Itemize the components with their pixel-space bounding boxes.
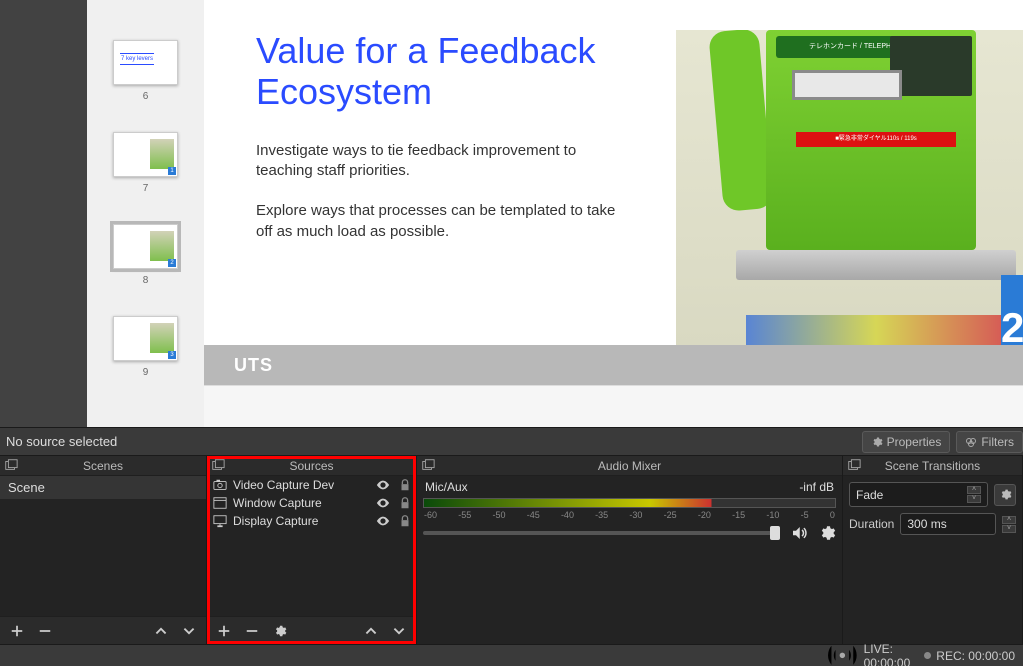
lock-icon[interactable] <box>398 514 412 528</box>
sources-panel: Sources Video Capture Dev Window Capture <box>207 456 417 644</box>
plus-icon <box>10 624 24 638</box>
gear-icon[interactable] <box>818 524 836 542</box>
audio-ticks: -60-55-50-45-40-35-30-25-20-15-10-50 <box>423 510 836 520</box>
minus-icon <box>38 624 52 638</box>
slide-paragraph: Investigate ways to tie feedback improve… <box>256 141 626 182</box>
properties-button[interactable]: Properties <box>862 431 951 453</box>
source-label: Display Capture <box>233 514 370 528</box>
mixer-title: Audio Mixer <box>598 459 661 473</box>
properties-label: Properties <box>887 435 942 449</box>
rec-time: REC: 00:00:00 <box>936 649 1015 663</box>
audio-meter <box>423 498 836 508</box>
thumb-number: 9 <box>143 367 149 378</box>
thumb-title: 7 key levers <box>120 53 154 65</box>
speaker-icon[interactable] <box>790 524 808 542</box>
thumb-number: 7 <box>143 183 149 194</box>
thumb-badge: 3 <box>168 351 176 359</box>
gear-icon <box>273 624 287 638</box>
source-settings-button[interactable] <box>271 622 289 640</box>
app-root: 7 key levers 6 1 7 2 8 3 9 Value for a F… <box>0 0 1023 666</box>
thumb-number: 6 <box>143 91 149 102</box>
minus-icon <box>245 624 259 638</box>
slide-thumbnail-strip[interactable]: 7 key levers 6 1 7 2 8 3 9 <box>87 0 204 427</box>
record-status: REC: 00:00:00 <box>924 649 1015 663</box>
lock-icon[interactable] <box>398 496 412 510</box>
plus-icon <box>217 624 231 638</box>
duration-spinner[interactable]: ˄˅ <box>1002 516 1016 533</box>
thumb-badge: 1 <box>168 167 176 175</box>
add-scene-button[interactable] <box>8 622 26 640</box>
thumb-badge: 2 <box>168 259 176 267</box>
eye-icon[interactable] <box>376 496 390 510</box>
filters-button[interactable]: Filters <box>956 431 1023 453</box>
source-label: Window Capture <box>233 496 370 510</box>
source-toolbar: No source selected Properties Filters <box>0 427 1023 456</box>
preview-gutter <box>0 0 87 427</box>
eye-icon[interactable] <box>376 478 390 492</box>
gear-icon <box>871 436 883 448</box>
slide-thumbnail[interactable]: 3 9 <box>113 316 178 378</box>
slide-number-box: 2 <box>1001 275 1023 345</box>
thumb-number: 8 <box>143 275 149 286</box>
live-time: LIVE: 00:00:00 <box>864 642 911 666</box>
transition-settings-button[interactable] <box>994 484 1016 506</box>
slide-preview: Value for a Feedback Ecosystem Investiga… <box>204 0 1023 427</box>
bottom-panels: Scenes Scene Sources <box>0 456 1023 644</box>
transition-select[interactable]: Fade ˄˅ <box>849 482 988 507</box>
scene-item[interactable]: Scene <box>0 476 206 499</box>
transition-selected: Fade <box>856 488 883 502</box>
move-source-up-button[interactable] <box>362 622 380 640</box>
no-source-label: No source selected <box>6 434 117 449</box>
undock-icon[interactable] <box>847 458 861 472</box>
slide-paragraph: Explore ways that processes can be templ… <box>256 201 626 242</box>
source-item[interactable]: Video Capture Dev <box>207 476 416 494</box>
move-source-down-button[interactable] <box>390 622 408 640</box>
select-spinner[interactable]: ˄˅ <box>967 486 981 503</box>
filters-icon <box>965 436 977 448</box>
transitions-title: Scene Transitions <box>885 459 980 473</box>
sources-title: Sources <box>289 459 333 473</box>
scenes-title: Scenes <box>83 459 123 473</box>
camera-icon <box>213 478 227 492</box>
slide-footer-brand: UTS <box>204 345 1023 385</box>
payphone-warning: ■緊急非常ダイヤル110s / 119s <box>796 132 956 147</box>
source-item[interactable]: Display Capture <box>207 512 416 530</box>
lock-icon[interactable] <box>398 478 412 492</box>
slide-photo: テレホンカード / TELEPHONE CARD ■緊急非常ダイヤル110s /… <box>676 30 1023 345</box>
display-icon <box>213 514 227 528</box>
slide-title: Value for a Feedback Ecosystem <box>256 30 676 113</box>
remove-source-button[interactable] <box>243 622 261 640</box>
slide-thumbnail[interactable]: 2 8 <box>113 224 178 286</box>
slide-thumbnail[interactable]: 7 key levers 6 <box>113 40 178 102</box>
filters-label: Filters <box>981 435 1014 449</box>
undock-icon[interactable] <box>421 458 435 472</box>
source-label: Video Capture Dev <box>233 478 370 492</box>
mixer-level: -inf dB <box>799 480 834 494</box>
chevron-up-icon <box>364 624 378 638</box>
duration-label: Duration <box>849 517 894 531</box>
window-icon <box>213 496 227 510</box>
source-item[interactable]: Window Capture <box>207 494 416 512</box>
remove-scene-button[interactable] <box>36 622 54 640</box>
move-scene-down-button[interactable] <box>180 622 198 640</box>
audio-mixer-panel: Audio Mixer Mic/Aux -inf dB -60-55-50-45… <box>417 456 843 644</box>
mixer-channel-name: Mic/Aux <box>425 480 468 494</box>
eye-icon[interactable] <box>376 514 390 528</box>
preview-area: 7 key levers 6 1 7 2 8 3 9 Value for a F… <box>0 0 1023 427</box>
undock-icon[interactable] <box>211 458 225 472</box>
volume-slider[interactable] <box>423 531 780 535</box>
slide-thumbnail[interactable]: 1 7 <box>113 132 178 194</box>
record-dot-icon <box>924 652 931 659</box>
scenes-panel: Scenes Scene <box>0 456 207 644</box>
chevron-up-icon <box>154 624 168 638</box>
chevron-down-icon <box>392 624 406 638</box>
move-scene-up-button[interactable] <box>152 622 170 640</box>
duration-input[interactable]: 300 ms <box>900 513 996 535</box>
chevron-down-icon <box>182 624 196 638</box>
status-bar: LIVE: 00:00:00 REC: 00:00:00 <box>0 644 1023 666</box>
undock-icon[interactable] <box>4 458 18 472</box>
scene-transitions-panel: Scene Transitions Fade ˄˅ Duration 300 m… <box>843 456 1023 644</box>
add-source-button[interactable] <box>215 622 233 640</box>
